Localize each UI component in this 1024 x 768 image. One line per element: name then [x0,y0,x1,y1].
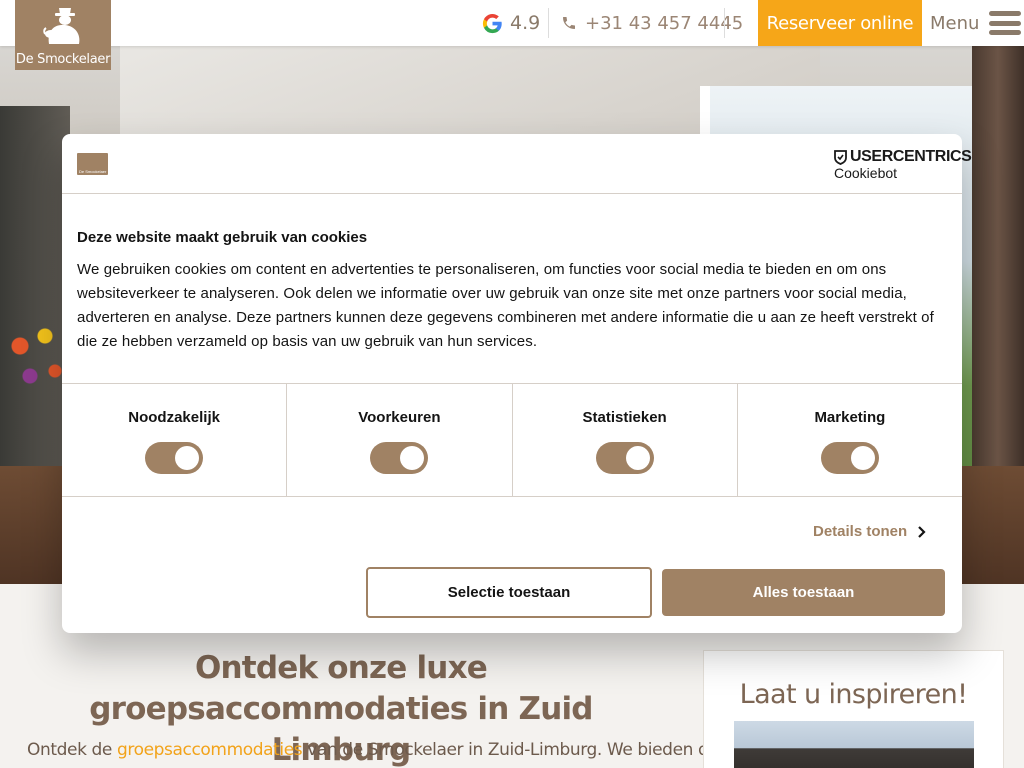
category-label: Marketing [814,409,886,426]
google-icon [482,13,502,33]
category-label: Voorkeuren [358,409,441,426]
intro-text: Ontdek de groepsaccommodaties van de Smo… [27,740,719,760]
preferences-toggle[interactable] [370,442,429,474]
cookie-header: De Smockelaer USERCENTRICS Cookiebot [62,134,972,194]
menu-label: Menu [930,12,980,34]
statistics-toggle[interactable] [595,442,654,474]
google-rating[interactable]: 4.9 [481,10,540,36]
intro-suffix: van de Smockelaer in Zuid-Limburg. We bi… [302,740,719,760]
category-label: Noodzakelijk [128,409,220,426]
necessary-toggle[interactable] [145,442,204,474]
usercentrics-logo[interactable]: USERCENTRICS Cookiebot [834,148,972,181]
chevron-right-icon [918,525,926,538]
inspiration-title: Laat u inspireren! [739,679,968,710]
details-toggle-link[interactable]: Details tonen [813,523,926,540]
cookie-site-logo: De Smockelaer [77,153,108,175]
shield-icon [834,149,847,165]
smockelaer-logo-icon [43,8,80,44]
header-divider [724,8,725,38]
site-logo[interactable]: De Smockelaer [15,0,111,70]
hero-flowers [0,316,70,436]
phone-number: +31 43 457 4445 [585,12,744,34]
cookie-heading: Deze website maakt gebruik van cookies [77,229,368,246]
phone-icon [563,17,575,29]
header-divider [548,8,549,38]
accommodations-link[interactable]: groepsaccommodaties [117,740,303,760]
category-label: Statistieken [582,409,667,426]
category-preferences: Voorkeuren [287,384,513,496]
rating-value: 4.9 [510,12,541,34]
cookie-categories: Noodzakelijk Voorkeuren Statistieken Mar… [62,383,962,497]
intro-prefix: Ontdek de [27,740,117,760]
inspiration-image[interactable] [734,721,974,768]
phone-link[interactable]: +31 43 457 4445 [561,10,743,36]
reserve-online-button[interactable]: Reserveer online [758,0,922,46]
menu-button[interactable]: Menu [930,8,1022,38]
cookie-dialog: De Smockelaer USERCENTRICS Cookiebot Dez… [62,134,972,633]
cookiebot-label: Cookiebot [834,165,898,181]
cookie-body: We gebruiken cookies om content en adver… [77,261,934,350]
allow-selection-button[interactable]: Selectie toestaan [366,567,652,618]
category-marketing: Marketing [738,384,962,496]
site-header: 4.9 +31 43 457 4445 Reserveer online Men… [0,0,1024,46]
usercentrics-label: USERCENTRICS [850,148,972,165]
category-necessary: Noodzakelijk [62,384,288,496]
logo-label: De Smockelaer [15,52,111,67]
marketing-toggle[interactable] [820,442,879,474]
details-label: Details tonen [813,523,908,540]
allow-all-button[interactable]: Alles toestaan [662,569,945,616]
category-statistics: Statistieken [513,384,738,496]
inspiration-card[interactable]: Laat u inspireren! [703,650,1004,768]
hamburger-icon [989,11,1022,35]
